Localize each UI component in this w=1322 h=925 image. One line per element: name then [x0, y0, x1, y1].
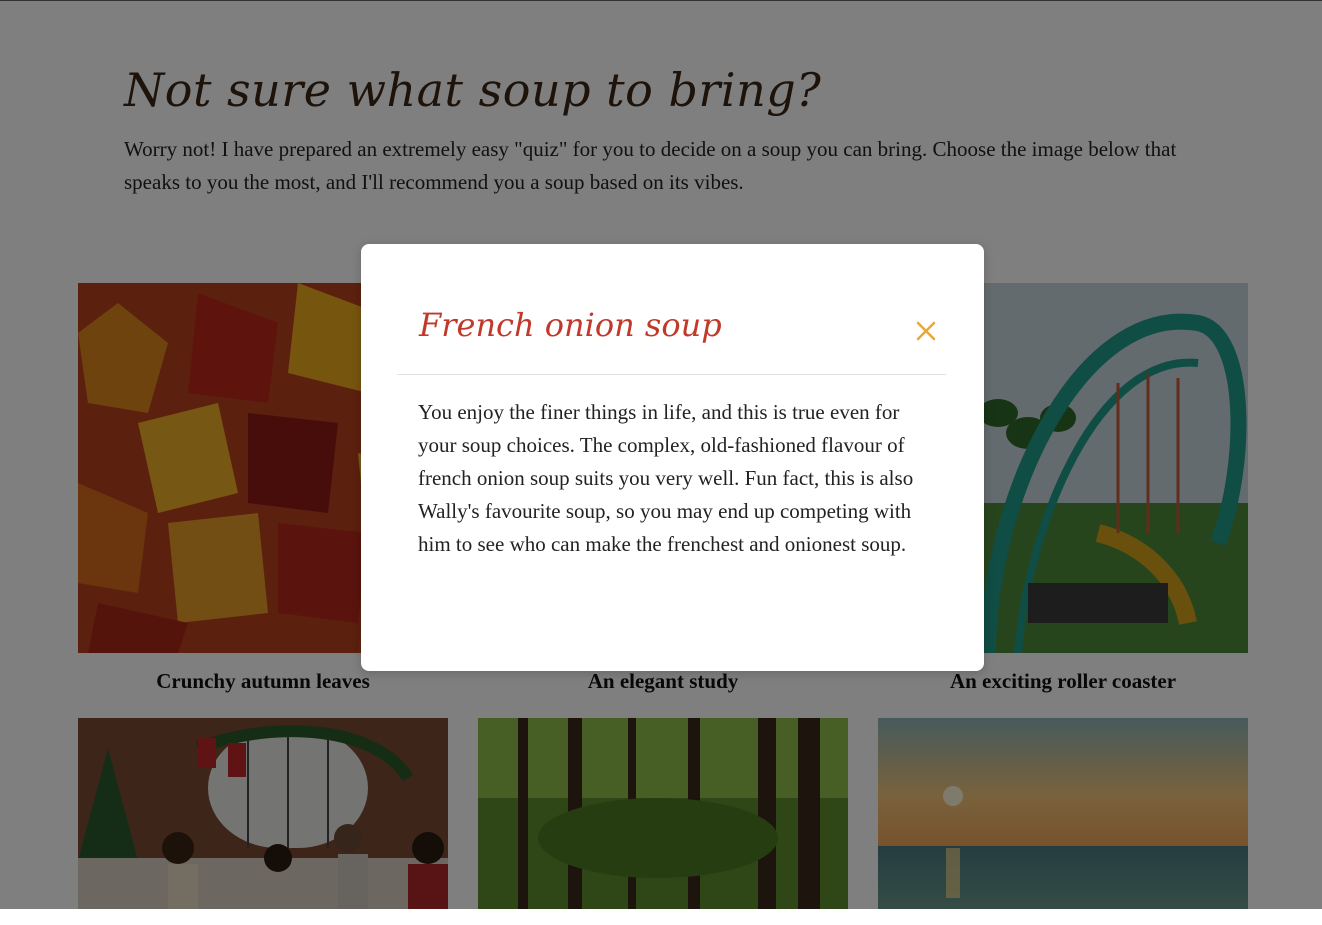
close-icon[interactable]: [915, 320, 937, 342]
result-modal: French onion soup You enjoy the finer th…: [361, 244, 984, 671]
modal-divider: [397, 374, 946, 375]
modal-title: French onion soup: [419, 306, 722, 344]
modal-body: You enjoy the finer things in life, and …: [418, 400, 914, 556]
